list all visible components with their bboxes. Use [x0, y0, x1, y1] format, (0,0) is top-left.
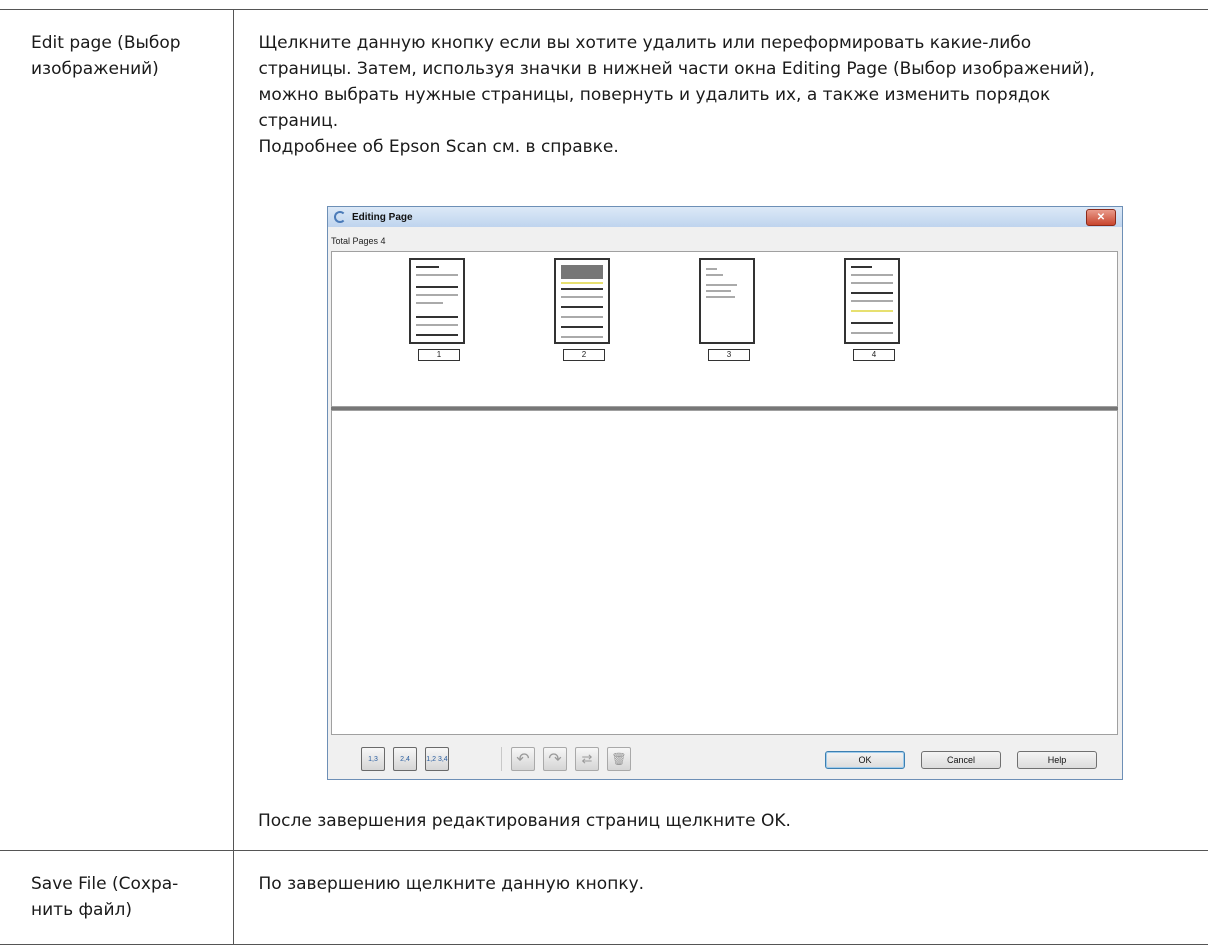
page-thumbnail[interactable] [844, 258, 900, 344]
move-page-icon[interactable]: ⇄ [575, 747, 599, 771]
delete-page-icon[interactable]: 🗑 [607, 747, 631, 771]
page-thumbnail[interactable] [554, 258, 610, 344]
ok-button[interactable]: OK [825, 751, 905, 769]
row-description-cell: По завершению щелкните данную кнопку. [232, 850, 1208, 945]
page-number: 4 [853, 349, 895, 361]
total-pages-label: Total Pages 4 [331, 236, 386, 246]
epson-scan-icon [334, 211, 346, 223]
page-number: 3 [708, 349, 750, 361]
close-button[interactable]: ✕ [1086, 209, 1116, 226]
preview-pane [331, 410, 1118, 735]
row-label-cell: Save File (Сохра- нить файл) [0, 850, 234, 945]
row-description: Щелкните данную кнопку если вы хотите уд… [258, 33, 1095, 157]
dialog-toolbar: 1,3 2,4 1,2 3,4 ↶ ↷ ⇄ 🗑 OK Cancel Help [331, 735, 1118, 777]
rotate-left-icon[interactable]: ↶ [511, 747, 535, 771]
cancel-button[interactable]: Cancel [921, 751, 1001, 769]
row-label-cell: Edit page (Выбор изображений) [0, 9, 234, 851]
select-even-pages-icon[interactable]: 2,4 [393, 747, 417, 771]
toolbar-separator [501, 747, 502, 771]
page-thumbnail[interactable] [409, 258, 465, 344]
row-description: По завершению щелкните данную кнопку. [258, 874, 645, 894]
editing-page-dialog: Editing Page ✕ Total Pages 4 1 2 3 4 1,3… [327, 206, 1123, 780]
select-all-pages-icon[interactable]: 1,2 3,4 [425, 747, 449, 771]
page-number: 1 [418, 349, 460, 361]
row-label: Edit page (Выбор изображений) [31, 33, 181, 79]
row-label: Save File (Сохра- нить файл) [31, 874, 179, 920]
table-row-save-file: Save File (Сохра- нить файл) По завершен… [0, 850, 1208, 945]
help-button[interactable]: Help [1017, 751, 1097, 769]
after-editing-note: После завершения редактирования страниц … [258, 811, 791, 831]
rotate-right-icon[interactable]: ↷ [543, 747, 567, 771]
thumbnail-pane: 1 2 3 4 [331, 251, 1118, 407]
select-odd-pages-icon[interactable]: 1,3 [361, 747, 385, 771]
dialog-titlebar: Editing Page ✕ [328, 207, 1122, 227]
page-thumbnail[interactable] [699, 258, 755, 344]
page-number: 2 [563, 349, 605, 361]
dialog-title: Editing Page [352, 211, 413, 223]
